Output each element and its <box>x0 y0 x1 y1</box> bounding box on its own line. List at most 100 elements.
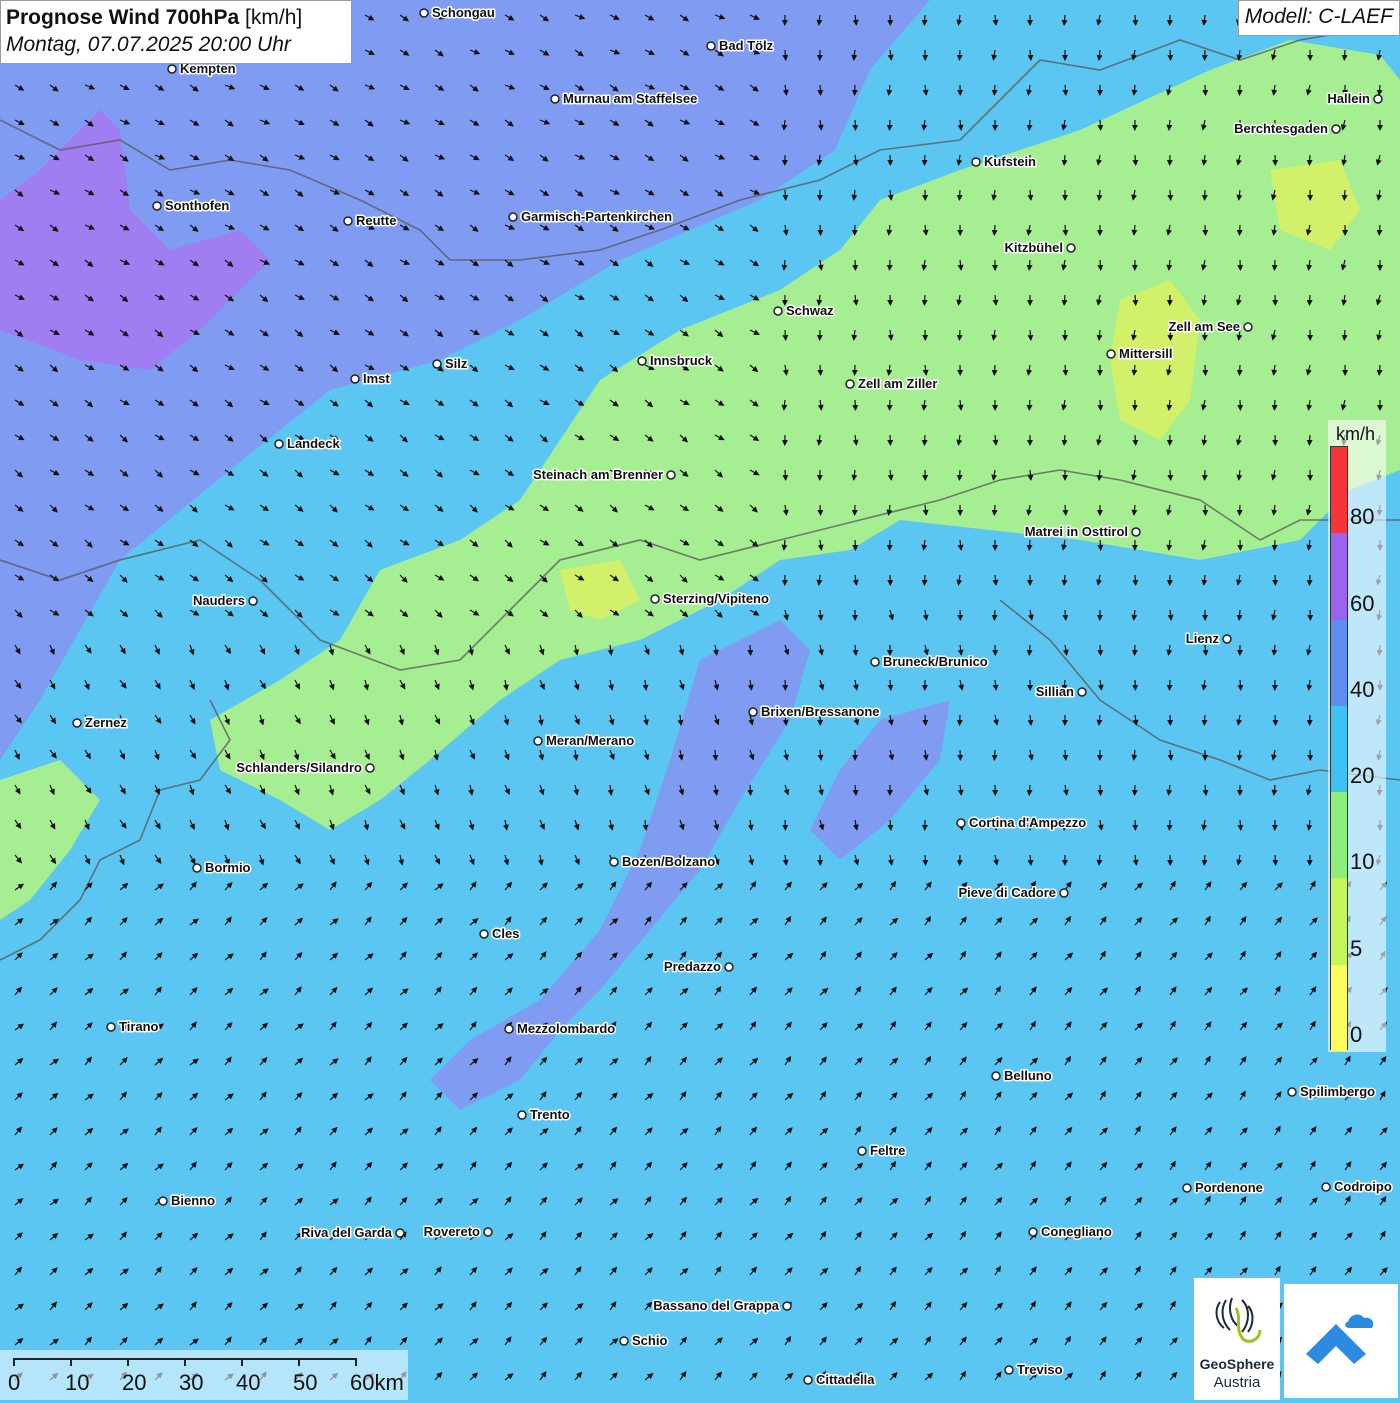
wind-arrow <box>1274 400 1275 410</box>
wind-arrow <box>1029 120 1030 130</box>
forecast-datetime: Montag, 07.07.2025 20:00 Uhr <box>6 31 346 58</box>
city-dot <box>193 864 201 872</box>
city-marker: Mezzolombardo <box>505 1021 615 1036</box>
wind-arrow <box>1029 400 1030 410</box>
city-dot <box>1060 889 1068 897</box>
city-dot <box>159 1197 167 1205</box>
city-marker: Steinach am Brenner <box>533 467 675 482</box>
geosphere-logo-sub: Austria <box>1194 1374 1280 1391</box>
wind-arrow <box>959 50 960 60</box>
wind-map[interactable]: SchongauBad TölzKemptenMurnau am Staffel… <box>0 0 1400 1400</box>
city-dot <box>707 42 715 50</box>
city-label: Cittadella <box>816 1372 875 1387</box>
city-dot <box>610 858 618 866</box>
wind-arrow <box>924 295 925 305</box>
wind-arrow <box>994 365 995 375</box>
city-label: Pieve di Cadore <box>958 885 1056 900</box>
wind-arrow <box>994 750 995 760</box>
legend-segment <box>1331 447 1347 533</box>
wind-arrow <box>750 785 751 795</box>
city-label: Codroipo <box>1334 1179 1392 1194</box>
city-dot <box>344 217 352 225</box>
wind-arrow <box>994 610 995 620</box>
city-dot <box>871 658 879 666</box>
city-dot <box>749 708 757 716</box>
wind-arrow <box>1379 365 1380 375</box>
wind-arrow <box>924 435 925 445</box>
wind-arrow <box>820 505 821 515</box>
city-dot <box>1132 528 1140 536</box>
wind-arrow <box>1344 330 1345 340</box>
wind-arrow <box>1379 85 1380 95</box>
city-label: Zernez <box>85 715 127 730</box>
city-label: Cles <box>492 926 519 941</box>
legend-segment <box>1331 965 1347 1051</box>
city-dot <box>1374 95 1382 103</box>
city-dot <box>1332 125 1340 133</box>
wind-arrow <box>1169 680 1170 690</box>
wind-arrow <box>1204 715 1205 725</box>
wind-arrow <box>1100 400 1101 410</box>
city-dot <box>1183 1184 1191 1192</box>
city-dot <box>972 158 980 166</box>
wind-arrow <box>924 155 925 165</box>
city-label: Landeck <box>287 436 341 451</box>
city-label: Garmisch-Partenkirchen <box>521 209 672 224</box>
wind-arrow <box>959 330 960 340</box>
wind-arrow <box>1240 505 1241 515</box>
city-dot <box>396 1229 404 1237</box>
city-label: Sterzing/Vipiteno <box>663 591 769 606</box>
scale-tick <box>241 1358 243 1366</box>
wind-arrow <box>1344 190 1345 200</box>
city-dot <box>858 1147 866 1155</box>
wind-arrow <box>1170 470 1171 480</box>
city-dot <box>534 737 542 745</box>
wind-arrow <box>785 50 786 60</box>
weather-app-logo[interactable] <box>1284 1284 1398 1398</box>
wind-arrow <box>1029 645 1030 655</box>
city-marker: Garmisch-Partenkirchen <box>509 209 672 224</box>
wind-arrow <box>890 680 891 690</box>
wind-arrow <box>1065 505 1066 515</box>
scale-label: 10 <box>65 1370 89 1396</box>
city-dot <box>107 1023 115 1031</box>
city-label: Kitzbühel <box>1005 240 1064 255</box>
city-marker: Berchtesgaden <box>1234 121 1340 136</box>
wind-arrow <box>1240 365 1241 375</box>
legend-label: 0 <box>1350 1022 1362 1048</box>
city-label: Imst <box>363 371 390 386</box>
wind-arrow <box>785 470 786 480</box>
city-label: Matrei in Osttirol <box>1025 524 1128 539</box>
legend-segment <box>1331 706 1347 792</box>
city-label: Schwaz <box>786 303 834 318</box>
city-label: Zell am See <box>1168 319 1240 334</box>
wind-arrow <box>994 85 995 95</box>
legend-color-bar <box>1330 446 1348 1050</box>
wind-arrow <box>1275 855 1276 865</box>
city-label: Bassano del Grappa <box>653 1298 779 1313</box>
city-label: Bozen/Bolzano <box>622 854 715 869</box>
city-label: Cortina d'Ampezzo <box>969 815 1086 830</box>
wind-arrow <box>890 400 891 410</box>
city-label: Mezzolombardo <box>517 1021 615 1036</box>
wind-arrow <box>924 575 925 585</box>
city-marker: Schongau <box>420 5 495 20</box>
city-dot <box>651 595 659 603</box>
city-marker: Bruneck/Brunico <box>871 654 988 669</box>
city-label: Sillian <box>1036 684 1074 699</box>
geosphere-logo[interactable]: GeoSphere Austria <box>1194 1278 1280 1400</box>
legend-label: 10 <box>1350 849 1374 875</box>
city-dot <box>992 1072 1000 1080</box>
scale-label: 20 <box>122 1370 146 1396</box>
city-label: Schlanders/Silandro <box>236 760 362 775</box>
city-label: Steinach am Brenner <box>533 467 663 482</box>
city-label: Spilimbergo <box>1300 1084 1375 1099</box>
title-box: Prognose Wind 700hPa [km/h] Montag, 07.0… <box>0 0 352 64</box>
city-label: Trento <box>530 1107 570 1122</box>
wind-arrow <box>1100 120 1101 130</box>
city-label: Reutte <box>356 213 396 228</box>
city-label: Schongau <box>432 5 495 20</box>
wind-arrow <box>855 540 856 550</box>
wetter-app-logo-icon <box>1284 1284 1398 1398</box>
wind-arrow <box>959 190 960 200</box>
